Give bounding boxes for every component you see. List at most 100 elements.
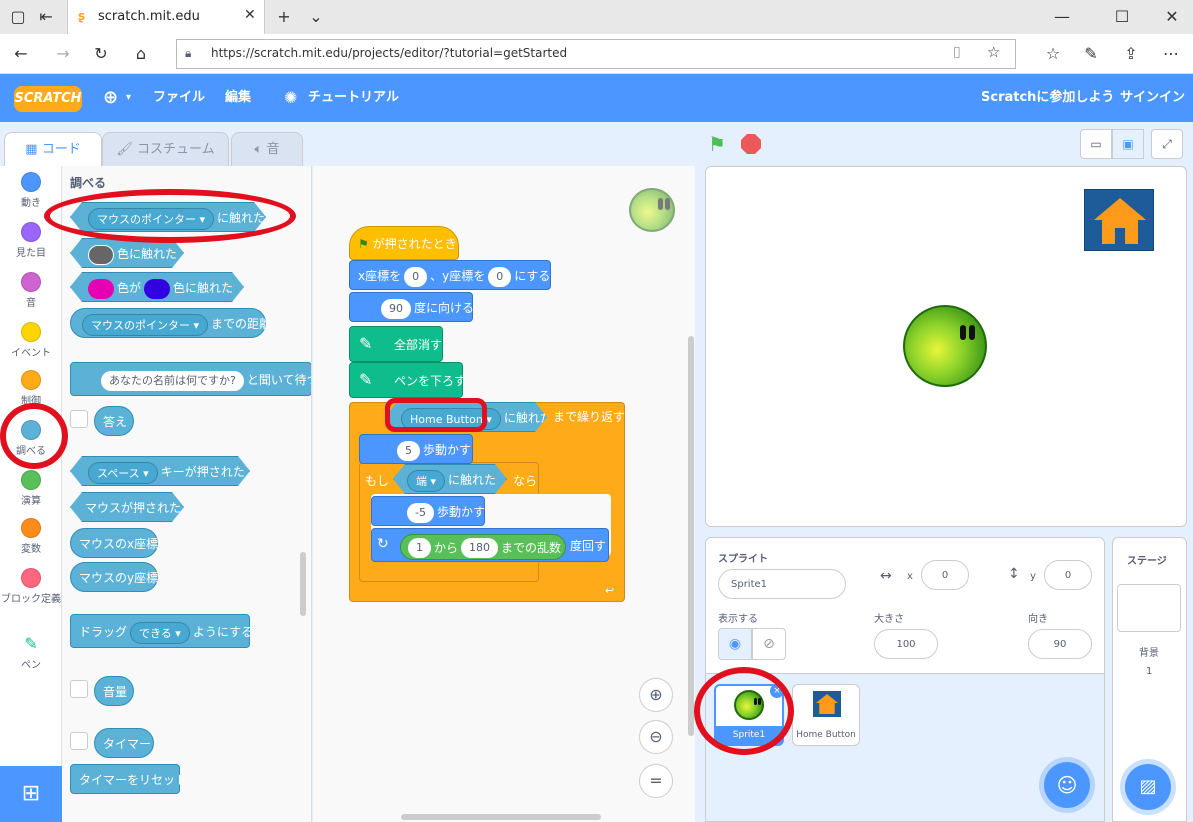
zoom-out-button[interactable]: ⊖ [639,720,673,754]
more-icon[interactable]: ⋯ [1158,39,1184,69]
sprite-name-input[interactable]: Sprite1 [718,569,846,599]
goto-xy-block[interactable]: x座標を 0 、y座標を 0 にする [349,260,551,290]
category-2[interactable]: 音 [0,272,62,309]
pen-notes-icon[interactable]: ✎ [1078,39,1104,69]
zoom-reset-button[interactable]: = [639,764,673,798]
scratch-logo[interactable]: SCRATCH [14,86,82,112]
ask-input[interactable]: あなたの名前は何ですか? [101,370,244,391]
stage-canvas[interactable] [705,166,1187,527]
when-flag-clicked-block[interactable]: ⚑ が押されたとき [349,226,459,260]
share-icon[interactable]: ⇪ [1118,39,1144,69]
set-aside-tabs-icon[interactable]: ⇤ [34,2,58,32]
reading-view-icon[interactable]: ▯ [953,44,961,60]
tabs-icon[interactable]: ▢ [6,2,30,32]
green-flag-button[interactable]: ⚑ [708,132,726,156]
category-3[interactable]: イベント [0,322,62,359]
home-icon[interactable]: ⌂ [128,39,154,69]
mouse-x-block[interactable]: マウスのx座標 [70,528,158,558]
close-window-icon[interactable]: ✕ [1160,2,1184,32]
steps-input[interactable]: -5 [407,502,434,523]
category-8[interactable]: ブロック定義 [0,568,62,605]
y-input[interactable]: 0 [488,266,512,287]
small-stage-button[interactable]: ▭ [1080,129,1112,159]
category-9[interactable]: ✎ ペン [0,634,62,671]
menu-tutorial[interactable]: チュートリアル [308,74,399,122]
loudness-block[interactable]: 音量 [94,676,134,706]
stage-thumbnail[interactable] [1117,584,1181,632]
timer-block[interactable]: タイマー [94,728,154,758]
sprite-tile-home-button[interactable]: Home Button [792,684,860,746]
minimize-icon[interactable]: — [1050,2,1074,32]
size-input[interactable]: 100 [874,629,938,659]
category-1[interactable]: 見た目 [0,222,62,259]
category-7[interactable]: 変数 [0,518,62,555]
show-eye-icon[interactable]: ◉ [718,628,752,660]
turn-block[interactable]: 1 から 180 までの乱数 度回す [371,528,609,562]
menu-edit[interactable]: 編集 [225,74,251,122]
move-block[interactable]: 5 歩動かす [359,434,473,464]
category-4[interactable]: 制御 [0,370,62,407]
close-tab-icon[interactable]: ✕ [244,7,256,23]
add-sprite-button[interactable]: ☺ [1044,762,1090,808]
drag-mode-block[interactable]: ドラッグ できる ▾ ようにする [70,614,253,648]
timer-checkbox[interactable] [70,732,88,750]
point-direction-block[interactable]: 90 度に向ける [349,292,474,322]
tab-costume[interactable]: 🖌︎ コスチューム [102,132,229,166]
fullscreen-button[interactable]: ⤢ [1151,129,1183,159]
zoom-in-button[interactable]: ⊕ [639,678,673,712]
hide-eye-icon[interactable]: ⊘ [752,628,786,660]
sprite-y-input[interactable]: 0 [1044,560,1092,590]
category-6[interactable]: 演算 [0,470,62,507]
steps-input[interactable]: 5 [397,440,420,461]
touching-edge-block[interactable]: 端 ▾ に触れた [393,464,507,494]
new-tab-icon[interactable]: + [272,2,296,32]
answer-block[interactable]: 答え [94,406,134,436]
answer-checkbox[interactable] [70,410,88,428]
back-icon[interactable]: ← [8,39,34,69]
tab-code[interactable]: ▦ コード [4,132,102,167]
ask-block[interactable]: あなたの名前は何ですか? と聞いて待つ [70,362,311,396]
tab-sound[interactable]: 🔈︎ 音 [231,132,303,166]
loudness-checkbox[interactable] [70,680,88,698]
distance-block[interactable]: マウスのポインター ▾ までの距離 [70,308,271,338]
globe-icon[interactable]: ⊕ [103,74,118,122]
refresh-icon[interactable]: ↻ [88,39,114,69]
mouse-down-block[interactable]: マウスが押された [70,492,184,522]
stop-button[interactable] [741,134,761,154]
mouse-y-block[interactable]: マウスのy座標 [70,562,158,592]
random-block[interactable]: 1 から 180 までの乱数 [400,533,567,560]
workspace-hscrollbar[interactable] [401,814,601,820]
sprite-x-input[interactable]: 0 [921,560,969,590]
palette-scrollbar[interactable] [300,552,306,616]
direction-input[interactable]: 90 [1028,629,1092,659]
annotation-circle [694,667,794,755]
color-swatch[interactable] [88,245,114,265]
browser-tab[interactable]: ʂ scratch.mit.edu ✕ [67,0,265,34]
join-scratch-link[interactable]: Scratchに参加しよう [981,74,1114,122]
star-icon[interactable]: ☆ [987,43,1000,61]
size-label: 大きさ [874,614,904,625]
add-backdrop-button[interactable]: ▨ [1125,764,1171,810]
large-stage-button[interactable]: ▣ [1112,129,1144,159]
sprite1-ball[interactable] [903,305,987,387]
menu-file[interactable]: ファイル [153,74,205,122]
x-input[interactable]: 0 [404,266,428,287]
key-pressed-block[interactable]: スペース ▾ キーが押された [70,456,250,486]
chevron-down-icon[interactable]: ⌄ [304,2,328,32]
color-swatch[interactable] [88,279,114,299]
color-touching-color-block[interactable]: 色が 色に触れた [70,272,244,302]
category-0[interactable]: 動き [0,172,62,209]
signin-link[interactable]: サインイン [1120,74,1185,122]
home-button-sprite[interactable] [1084,189,1154,251]
direction-input[interactable]: 90 [381,298,411,319]
favorites-icon[interactable]: ☆ [1040,39,1066,69]
move-back-block[interactable]: -5 歩動かす [371,496,485,526]
add-extension-button[interactable]: ⊞ [0,766,62,822]
forward-icon[interactable]: → [50,39,76,69]
url-input[interactable]: 🔒︎ https://scratch.mit.edu/projects/edit… [176,39,1016,69]
reset-timer-block[interactable]: タイマーをリセット [70,764,187,794]
color-swatch[interactable] [144,279,170,299]
maximize-icon[interactable]: ☐ [1110,2,1134,32]
workspace-scrollbar[interactable] [688,336,694,736]
rotate-icon: ↻ [377,536,389,552]
